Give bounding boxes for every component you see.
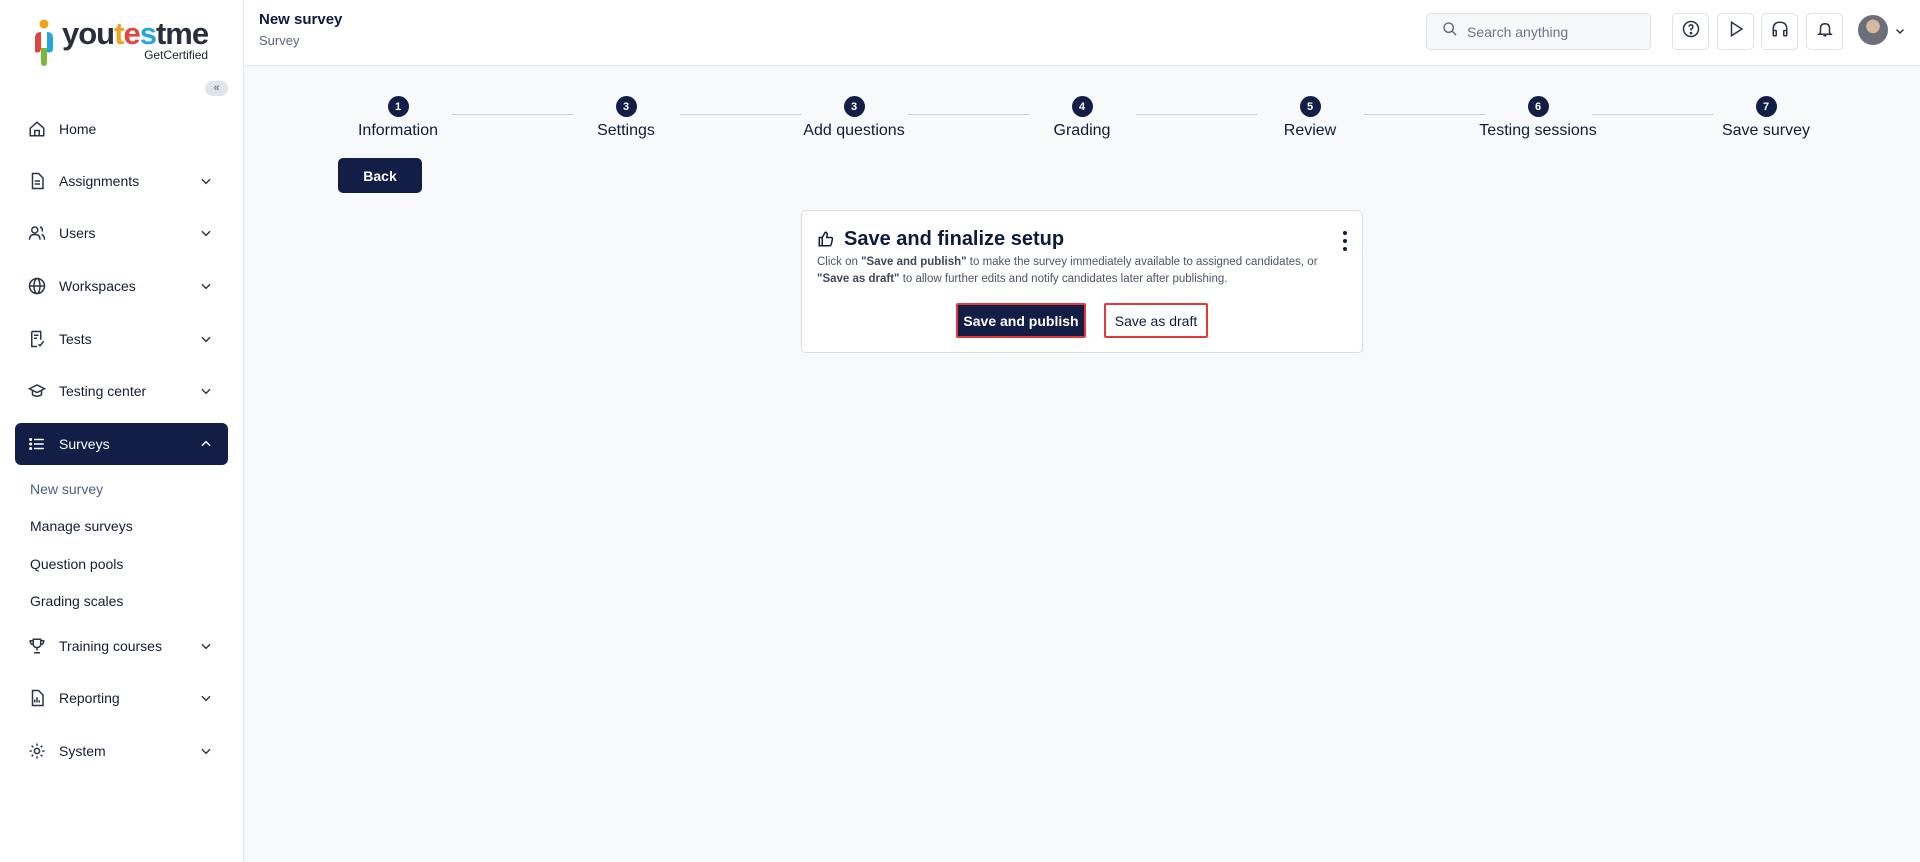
sidebar-item-label: Users: [59, 225, 96, 241]
search-input[interactable]: [1467, 23, 1637, 40]
sidebar-subitem-grading-scales[interactable]: Grading scales: [30, 593, 123, 609]
sidebar-item-label: Workspaces: [59, 278, 136, 294]
sidebar: youtestme GetCertified « Home Assignment…: [0, 0, 244, 862]
sidebar-item-label: Assignments: [59, 173, 140, 189]
step-number: 3: [843, 96, 865, 117]
document-icon: [28, 172, 46, 190]
sidebar-item-reporting[interactable]: Reporting: [15, 677, 228, 719]
step-save-survey[interactable]: 7 Save survey: [1686, 96, 1846, 140]
sidebar-item-system[interactable]: System: [15, 730, 228, 772]
sidebar-item-training-courses[interactable]: Training courses: [15, 625, 228, 667]
step-number: 3: [615, 96, 637, 117]
notifications-button[interactable]: [1806, 13, 1843, 50]
sidebar-item-label: Tests: [59, 331, 92, 347]
chevron-up-icon: [198, 436, 214, 452]
search-icon: [1442, 21, 1458, 42]
step-label: Testing sessions: [1479, 122, 1597, 139]
sidebar-item-workspaces[interactable]: Workspaces: [15, 265, 228, 307]
step-review[interactable]: 5 Review: [1230, 96, 1390, 140]
help-button[interactable]: [1672, 13, 1709, 50]
sidebar-subitem-new-survey[interactable]: New survey: [30, 481, 103, 497]
chevron-down-icon: [198, 173, 214, 189]
logo-wordmark: youtestme: [62, 16, 209, 51]
user-avatar[interactable]: [1858, 15, 1888, 45]
step-number: 6: [1527, 96, 1549, 117]
save-and-publish-button[interactable]: Save and publish: [956, 303, 1086, 338]
sidebar-item-label: Home: [59, 121, 97, 137]
back-button[interactable]: Back: [338, 158, 422, 193]
save-as-draft-button[interactable]: Save as draft: [1104, 303, 1208, 338]
step-number: 7: [1755, 96, 1777, 117]
step-settings[interactable]: 3 Settings: [546, 96, 706, 140]
chevron-down-icon: [198, 278, 214, 294]
chevron-down-icon: [198, 743, 214, 759]
search-box[interactable]: [1426, 13, 1651, 50]
step-label: Review: [1283, 122, 1337, 139]
help-icon: [1682, 20, 1700, 43]
users-icon: [28, 224, 46, 242]
step-number: 4: [1071, 96, 1093, 117]
chevron-down-icon: [198, 383, 214, 399]
step-number: 5: [1299, 96, 1321, 117]
trophy-icon: [28, 637, 46, 655]
chevron-down-icon: [198, 638, 214, 654]
sidebar-item-tests[interactable]: Tests: [15, 318, 228, 360]
chevron-down-icon: [198, 331, 214, 347]
page-subtitle: Survey: [259, 33, 300, 48]
support-button[interactable]: [1761, 13, 1798, 50]
step-testing-sessions[interactable]: 6 Testing sessions: [1458, 96, 1618, 140]
list-icon: [28, 435, 46, 453]
logo-mark-icon: [35, 19, 53, 66]
thumbs-up-icon: [817, 230, 835, 253]
step-label: Add questions: [803, 122, 905, 139]
sidebar-item-label: Testing center: [59, 383, 147, 399]
sidebar-item-assignments[interactable]: Assignments: [15, 160, 228, 202]
finalize-setup-card: Save and finalize setup Click on "Save a…: [801, 210, 1363, 353]
step-label: Information: [357, 122, 439, 139]
sidebar-item-users[interactable]: Users: [15, 212, 228, 254]
card-title: Save and finalize setup: [844, 228, 1065, 250]
step-label: Grading: [1053, 122, 1111, 139]
sidebar-item-label: Surveys: [59, 436, 110, 452]
step-add-questions[interactable]: 3 Add questions: [774, 96, 934, 140]
step-label: Save survey: [1721, 122, 1811, 139]
step-label: Settings: [597, 122, 655, 139]
chevron-down-icon: [198, 225, 214, 241]
collapse-sidebar-button[interactable]: «: [205, 81, 228, 96]
step-number: 1: [387, 96, 409, 117]
chevron-down-icon: [198, 690, 214, 706]
chevron-down-icon[interactable]: [1894, 24, 1906, 42]
sidebar-item-home[interactable]: Home: [15, 108, 228, 150]
logo-text: youtestme GetCertified: [62, 16, 209, 63]
report-icon: [28, 689, 46, 707]
bell-icon: [1816, 20, 1834, 43]
sidebar-item-surveys[interactable]: Surveys: [15, 423, 228, 465]
sidebar-subitem-question-pools[interactable]: Question pools: [30, 556, 123, 572]
more-options-icon[interactable]: [1338, 231, 1352, 251]
sidebar-item-label: Training courses: [59, 638, 162, 654]
headphones-icon: [1771, 20, 1789, 43]
gear-icon: [28, 742, 46, 760]
graduation-cap-icon: [28, 382, 46, 400]
youtestme-logo[interactable]: youtestme GetCertified: [30, 16, 209, 68]
card-description: Click on "Save and publish" to make the …: [817, 256, 1318, 285]
sidebar-item-testing-center[interactable]: Testing center: [15, 370, 228, 412]
top-header: New survey Survey: [244, 0, 1920, 66]
sidebar-item-label: System: [59, 743, 106, 759]
test-icon: [28, 330, 46, 348]
step-information[interactable]: 1 Information: [318, 96, 478, 140]
sidebar-subitem-manage-surveys[interactable]: Manage surveys: [30, 518, 133, 534]
step-grading[interactable]: 4 Grading: [1002, 96, 1162, 140]
play-button[interactable]: [1717, 13, 1754, 50]
play-icon: [1727, 20, 1745, 43]
page-title: New survey: [259, 11, 343, 28]
globe-icon: [28, 277, 46, 295]
sidebar-item-label: Reporting: [59, 690, 120, 706]
home-icon: [28, 120, 46, 138]
